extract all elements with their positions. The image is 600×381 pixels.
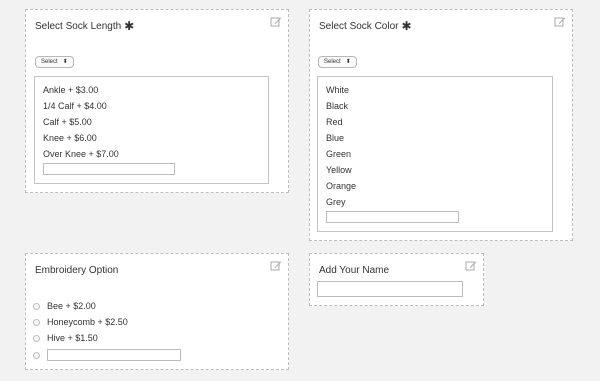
option-red[interactable]: Red <box>326 117 343 127</box>
radio-label: Honeycomb + $2.50 <box>47 317 128 327</box>
option-white[interactable]: White <box>326 85 349 95</box>
option-calf[interactable]: Calf + $5.00 <box>43 117 92 127</box>
radio-label: Bee + $2.00 <box>47 301 96 311</box>
option-black[interactable]: Black <box>326 101 348 111</box>
sock-color-select[interactable]: Select ⬍ <box>318 56 357 68</box>
sock-length-card: Select Sock Length ✱ Select ⬍ Ankle + $3.… <box>25 9 289 193</box>
radio-option-bee[interactable]: Bee + $2.00 <box>33 301 96 311</box>
option-orange[interactable]: Orange <box>326 181 356 191</box>
add-name-title: Add Your Name <box>319 265 390 276</box>
required-asterisk-icon: ✱ <box>401 19 412 33</box>
sock-length-select[interactable]: Select ⬍ <box>35 56 74 68</box>
option-grey[interactable]: Grey <box>326 197 346 207</box>
sock-color-options: White Black Red Blue Green Yellow Orange… <box>317 76 553 232</box>
option-blue[interactable]: Blue <box>326 133 344 143</box>
add-name-card: Add Your Name <box>309 253 484 306</box>
radio-button[interactable] <box>33 318 40 326</box>
option-knee[interactable]: Knee + $6.00 <box>43 133 97 143</box>
embroidery-card: Embroidery Option Bee + $2.00 Honeycomb … <box>25 253 289 370</box>
edit-icon[interactable] <box>465 260 477 272</box>
required-asterisk-icon: ✱ <box>124 19 135 33</box>
sock-length-other-input[interactable] <box>43 163 175 175</box>
option-green[interactable]: Green <box>326 149 351 159</box>
sock-color-other-input[interactable] <box>326 211 459 223</box>
sock-length-title: Select Sock Length ✱ <box>35 19 135 33</box>
edit-icon[interactable] <box>554 16 566 28</box>
radio-button[interactable] <box>33 351 40 359</box>
option-over-knee[interactable]: Over Knee + $7.00 <box>43 149 119 159</box>
option-quarter-calf[interactable]: 1/4 Calf + $4.00 <box>43 101 107 111</box>
radio-label: Hive + $1.50 <box>47 333 98 343</box>
radio-button[interactable] <box>33 334 40 342</box>
select-label: Select <box>324 59 341 65</box>
radio-option-other[interactable] <box>33 349 181 361</box>
select-label: Select <box>41 59 58 65</box>
option-yellow[interactable]: Yellow <box>326 165 352 175</box>
radio-button[interactable] <box>33 302 40 310</box>
name-input[interactable] <box>317 281 463 297</box>
option-ankle[interactable]: Ankle + $3.00 <box>43 85 98 95</box>
edit-icon[interactable] <box>270 16 282 28</box>
sock-color-card: Select Sock Color ✱ Select ⬍ White Black … <box>309 9 573 241</box>
radio-option-honeycomb[interactable]: Honeycomb + $2.50 <box>33 317 128 327</box>
select-arrows-icon: ⬍ <box>345 59 351 65</box>
edit-icon[interactable] <box>270 260 282 272</box>
sock-color-title: Select Sock Color ✱ <box>319 19 412 33</box>
sock-length-options: Ankle + $3.00 1/4 Calf + $4.00 Calf + $5… <box>34 76 269 184</box>
radio-option-hive[interactable]: Hive + $1.50 <box>33 333 98 343</box>
embroidery-title: Embroidery Option <box>35 265 119 276</box>
select-arrows-icon: ⬍ <box>62 59 68 65</box>
embroidery-other-input[interactable] <box>47 349 181 361</box>
